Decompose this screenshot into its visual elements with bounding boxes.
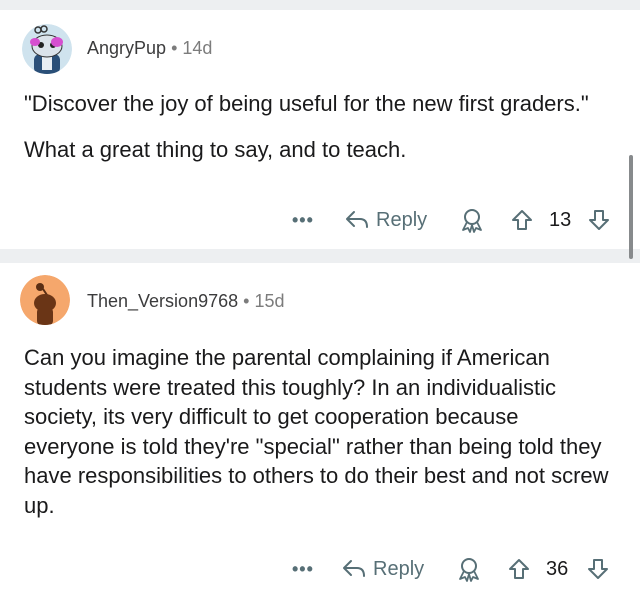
avatar[interactable] (22, 24, 72, 74)
upvote-button[interactable] (507, 555, 531, 583)
comment-paragraph: What a great thing to say, and to teach. (24, 137, 407, 162)
comment-paragraph: Can you imagine the parental complaining… (24, 345, 609, 518)
vote-count: 36 (546, 557, 569, 580)
award-icon (459, 558, 479, 582)
default-snoo-avatar-icon (20, 275, 70, 325)
comment-meta: Then_Version9768 • 15d (87, 290, 284, 312)
comment-body: "Discover the joy of being useful for th… (24, 90, 609, 164)
downvote-button[interactable] (586, 555, 610, 583)
downvote-button[interactable] (587, 206, 611, 234)
reply-button[interactable]: Reply (341, 555, 424, 583)
username[interactable]: Then_Version9768 (87, 291, 238, 311)
vote-count: 13 (549, 208, 572, 231)
scrollbar[interactable] (629, 155, 633, 259)
reply-label: Reply (376, 208, 428, 231)
comment-angrypup: AngryPup • 14d "Discover the joy of being … (0, 10, 640, 249)
more-options-button[interactable]: ••• (292, 555, 314, 583)
comment-divider (0, 249, 640, 263)
comment-age: 15d (254, 291, 285, 311)
comment-then-version9768: Then_Version9768 • 15d Can you imagine the… (0, 263, 640, 603)
downvote-arrow-icon (589, 210, 609, 230)
meta-separator: • (171, 38, 178, 58)
comment-actions: ••• Reply 13 (0, 206, 640, 234)
more-options-button[interactable]: ••• (292, 206, 314, 234)
comment-meta: AngryPup • 14d (87, 37, 212, 59)
username[interactable]: AngryPup (87, 38, 166, 58)
reply-label: Reply (373, 557, 425, 580)
reply-button[interactable]: Reply (344, 206, 427, 234)
meta-separator: • (243, 291, 250, 311)
upvote-button[interactable] (510, 206, 534, 234)
downvote-arrow-icon (588, 559, 608, 579)
award-icon (462, 209, 482, 233)
comment-age: 14d (182, 38, 213, 58)
snoo-avatar-icon (22, 24, 72, 74)
avatar[interactable] (20, 275, 70, 325)
comment-body: Can you imagine the parental complaining… (24, 343, 609, 520)
award-button[interactable] (456, 555, 482, 583)
award-button[interactable] (459, 206, 485, 234)
comment-actions: ••• Reply 36 (0, 555, 640, 583)
upvote-arrow-icon (509, 559, 529, 579)
comment-paragraph: "Discover the joy of being useful for th… (24, 91, 589, 116)
reply-arrow-icon (346, 211, 368, 228)
upvote-arrow-icon (512, 210, 532, 230)
top-divider (0, 0, 640, 10)
reply-arrow-icon (343, 560, 365, 577)
